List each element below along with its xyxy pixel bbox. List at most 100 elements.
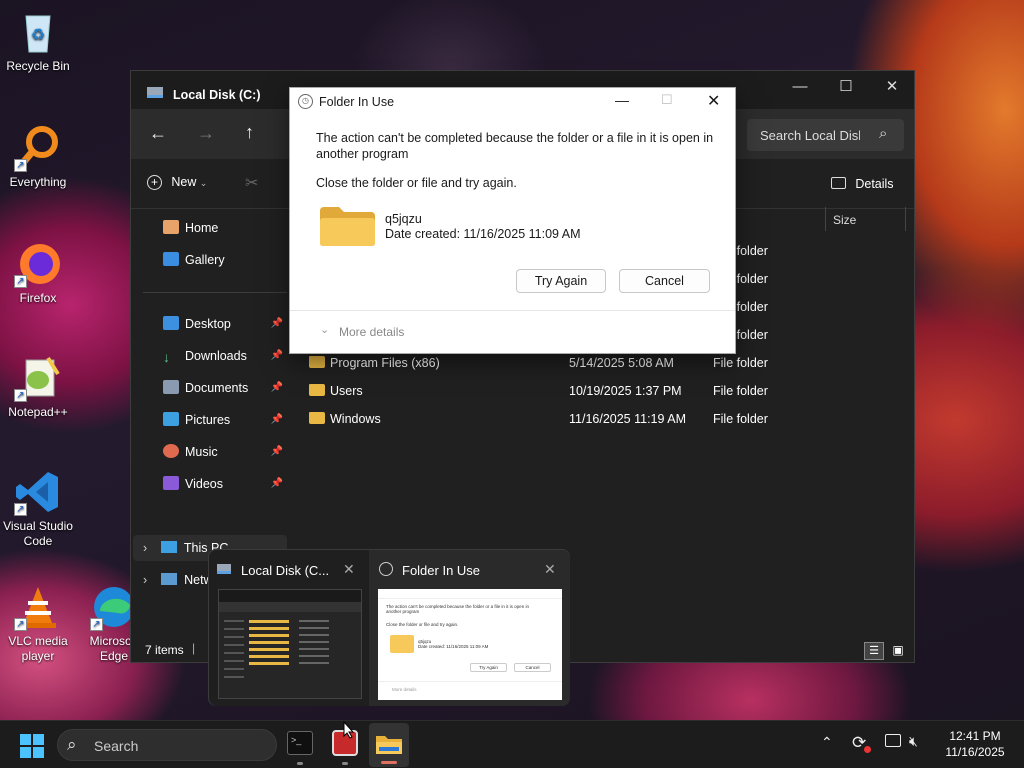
clock-date: 11/16/2025	[945, 745, 1005, 759]
sidebar-item-pictures[interactable]: Pictures 📌	[163, 407, 287, 433]
pin-icon: 📌	[270, 414, 283, 425]
taskbar: ⌕ Search >_ ⌃ ⟳ 🔇︎ 12:41 PM 11/16/2025	[0, 720, 1024, 768]
preview-close-icon[interactable]: ✕	[544, 561, 556, 578]
shortcut-arrow-icon: ↗	[90, 618, 103, 631]
pin-icon: 📌	[270, 382, 283, 393]
taskbar-file-explorer[interactable]	[369, 723, 409, 767]
details-pane-icon	[831, 177, 846, 189]
running-indicator	[297, 762, 303, 765]
shortcut-arrow-icon: ↗	[14, 503, 27, 516]
desktop-icon-vscode[interactable]: ↗ Visual Studio Code	[0, 468, 76, 549]
taskbar-search-placeholder: Search	[94, 738, 139, 754]
desktop-icon-recycle-bin[interactable]: ♻ Recycle Bin	[0, 8, 76, 74]
start-button[interactable]	[20, 734, 44, 758]
sidebar-item-desktop[interactable]: Desktop 📌	[163, 311, 287, 337]
clock[interactable]: 12:41 PM 11/16/2025	[939, 728, 1011, 760]
desktop-icon-label: Everything	[9, 175, 67, 189]
chevron-down-icon[interactable]: ⌄	[320, 323, 329, 336]
chevron-right-icon: ›	[143, 541, 148, 555]
list-item[interactable]: Users 10/19/2025 1:37 PM File folder	[309, 377, 909, 405]
folder-in-use-dialog[interactable]: ◷ Folder In Use — ☐ ✕ The action can't b…	[289, 87, 736, 354]
dialog-instruction: Close the folder or file and try again.	[316, 176, 517, 190]
cancel-button[interactable]: Cancel	[619, 269, 710, 293]
vscode-icon: ↗	[14, 468, 62, 516]
tiles-view-icon[interactable]: ▣	[888, 642, 908, 660]
shortcut-arrow-icon: ↗	[14, 389, 27, 402]
cut-icon[interactable]: ✂	[245, 173, 258, 193]
minimize-button[interactable]: —	[777, 71, 823, 103]
pin-icon: 📌	[270, 446, 283, 457]
new-button[interactable]: + New ⌄	[147, 175, 207, 195]
firefox-icon: ↗	[14, 240, 62, 288]
dialog-maximize-button: ☐	[661, 92, 673, 107]
sidebar-divider	[143, 292, 287, 293]
dialog-minimize-button[interactable]: —	[615, 92, 629, 108]
desktop-icon-label: Recycle Bin	[6, 59, 70, 73]
desktop-icon-notepadpp[interactable]: ↗ Notepad++	[0, 354, 76, 420]
volume-muted-icon[interactable]: 🔇︎	[909, 733, 918, 750]
update-badge	[864, 746, 871, 753]
desktop-icon-everything[interactable]: ↗ Everything	[0, 124, 76, 190]
folder-icon	[309, 356, 325, 368]
shortcut-arrow-icon: ↗	[14, 618, 27, 631]
sidebar-item-home[interactable]: Home	[163, 215, 287, 241]
preview-explorer[interactable]: Local Disk (C... ✕	[209, 550, 369, 706]
preview-close-icon[interactable]: ✕	[343, 561, 355, 578]
sidebar-item-videos[interactable]: Videos 📌	[163, 471, 287, 497]
taskbar-terminal[interactable]: >_	[287, 731, 313, 755]
clock-icon	[379, 562, 393, 576]
forward-arrow-icon[interactable]: →	[197, 123, 215, 144]
size-column-header[interactable]: Size	[833, 213, 856, 227]
up-arrow-icon[interactable]: ↑	[245, 122, 254, 143]
shortcut-arrow-icon: ↗	[14, 275, 27, 288]
chevron-down-icon: ⌄	[199, 178, 208, 188]
shortcut-arrow-icon: ↗	[14, 159, 27, 172]
desktop-icon-label: Firefox	[19, 291, 57, 305]
downloads-icon: ↓	[163, 349, 170, 365]
pin-icon: 📌	[270, 478, 283, 489]
dialog-footer-divider	[290, 310, 735, 311]
desktop-icon-label: VLC media player	[8, 634, 68, 663]
details-view-icon[interactable]: ☰	[864, 642, 884, 660]
item-name: q5jqzu	[385, 212, 422, 226]
explorer-tab-title[interactable]: Local Disk (C:)	[173, 88, 261, 102]
preview-title: Local Disk (C...	[241, 563, 330, 578]
desktop-icon-vlc[interactable]: ↗ VLC media player	[0, 583, 76, 664]
dialog-close-button[interactable]: ✕	[707, 91, 720, 111]
desktop-icon-firefox[interactable]: ↗ Firefox	[0, 240, 76, 306]
videos-icon	[163, 476, 179, 490]
explorer-thumbnail	[218, 589, 362, 699]
back-arrow-icon[interactable]: ←	[149, 123, 167, 144]
documents-icon	[163, 380, 179, 394]
sidebar-item-gallery[interactable]: Gallery	[163, 247, 287, 273]
network-icon[interactable]	[885, 734, 901, 747]
sidebar-item-downloads[interactable]: ↓ Downloads 📌	[163, 343, 287, 369]
taskbar-search-box[interactable]: ⌕ Search	[57, 729, 277, 761]
search-icon: ⌕	[67, 735, 77, 754]
preview-title: Folder In Use	[402, 563, 481, 578]
search-icon: ⌕	[879, 125, 888, 142]
mouse-cursor-icon	[343, 721, 355, 739]
dialog-thumbnail: The action can't be completed because th…	[378, 589, 562, 700]
folder-icon	[309, 384, 325, 396]
list-item[interactable]: Windows 11/16/2025 11:19 AM File folder	[309, 405, 909, 433]
maximize-button[interactable]: ☐	[823, 71, 869, 103]
drive-icon	[217, 564, 231, 574]
new-label: New	[171, 175, 197, 189]
taskbar-preview-flyout[interactable]: Local Disk (C... ✕ Folder In Use ✕ The a…	[208, 549, 570, 706]
details-button[interactable]: Details	[831, 177, 894, 191]
chevron-up-icon[interactable]: ⌃	[821, 734, 833, 751]
running-indicator	[342, 762, 348, 765]
gallery-icon	[163, 252, 179, 266]
try-again-button[interactable]: Try Again	[516, 269, 606, 293]
sidebar-item-music[interactable]: Music 📌	[163, 439, 287, 465]
more-details-link[interactable]: More details	[339, 325, 404, 339]
dialog-title: Folder In Use	[319, 95, 395, 109]
svg-text:♻: ♻	[31, 27, 45, 44]
preview-dialog[interactable]: Folder In Use ✕ The action can't be comp…	[369, 550, 570, 706]
sidebar-item-documents[interactable]: Documents 📌	[163, 375, 287, 401]
search-input[interactable]: Search Local Disk (C:) ⌕	[747, 119, 904, 151]
status-divider: |	[192, 641, 196, 655]
close-button[interactable]: ✕	[869, 71, 915, 103]
windows-logo-icon	[20, 734, 44, 758]
